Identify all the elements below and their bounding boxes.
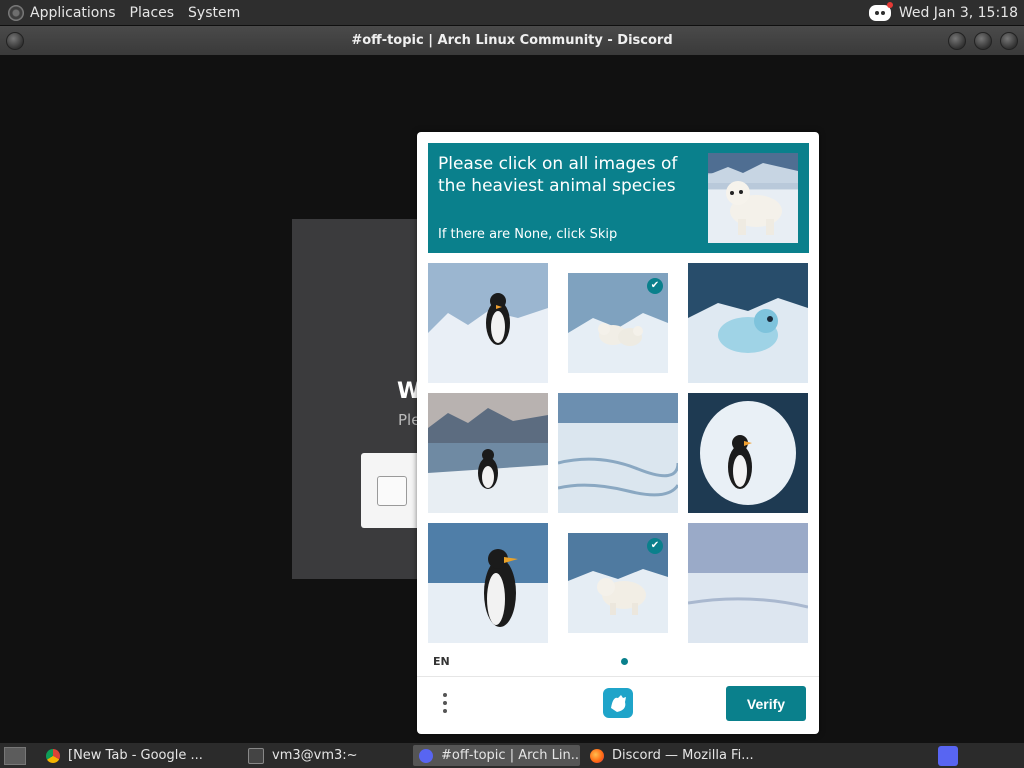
captcha-widget bbox=[361, 453, 421, 528]
tile-4[interactable] bbox=[428, 393, 548, 513]
taskbar-item-label: Discord — Mozilla Fi... bbox=[612, 748, 754, 763]
top-panel: Applications Places System Wed Jan 3, 15… bbox=[0, 0, 1024, 25]
hcaptcha-logo-icon[interactable] bbox=[601, 686, 635, 720]
taskbar-item-label: [New Tab - Google ... bbox=[68, 748, 203, 763]
selected-check-icon: ✔ bbox=[647, 538, 663, 554]
tile-1[interactable] bbox=[428, 263, 548, 383]
taskbar-item-label: vm3@vm3:~ bbox=[272, 748, 358, 763]
tile-9[interactable] bbox=[688, 523, 808, 643]
prompt-hint: If there are None, click Skip bbox=[438, 227, 618, 242]
selected-check-icon: ✔ bbox=[647, 278, 663, 294]
language-selector[interactable]: EN bbox=[433, 655, 450, 668]
verification-dialog: W Ple bbox=[292, 219, 421, 579]
tile-7[interactable] bbox=[428, 523, 548, 643]
notification-badge bbox=[886, 1, 893, 8]
firefox-icon bbox=[590, 748, 604, 763]
close-button[interactable] bbox=[1000, 32, 1018, 50]
window-title: #off-topic | Arch Linux Community - Disc… bbox=[351, 33, 673, 48]
tile-8[interactable]: ✔ bbox=[568, 533, 668, 633]
footer-divider bbox=[417, 676, 819, 677]
taskbar-item-terminal[interactable]: vm3@vm3:~ bbox=[242, 745, 409, 766]
taskbar-item-label: #off-topic | Arch Lin... bbox=[441, 748, 580, 763]
show-desktop-icon[interactable] bbox=[4, 746, 26, 765]
more-options-icon[interactable] bbox=[441, 690, 449, 718]
menu-places[interactable]: Places bbox=[130, 5, 175, 21]
hcaptcha-challenge: Please click on all images of the heavie… bbox=[417, 132, 819, 734]
panel-tray: Wed Jan 3, 15:18 bbox=[868, 1, 1018, 21]
discord-icon bbox=[419, 748, 433, 763]
taskbar-item-firefox[interactable]: Discord — Mozilla Fi... bbox=[584, 745, 764, 766]
tile-3[interactable] bbox=[688, 263, 808, 383]
clock[interactable]: Wed Jan 3, 15:18 bbox=[899, 5, 1018, 21]
terminal-icon bbox=[248, 747, 264, 764]
tile-2[interactable]: ✔ bbox=[568, 273, 668, 373]
discord-launcher-icon[interactable] bbox=[938, 746, 958, 766]
taskbar-item-discord[interactable]: #off-topic | Arch Lin... bbox=[413, 745, 580, 766]
distro-logo-icon[interactable] bbox=[8, 4, 24, 21]
taskbar: [New Tab - Google ... vm3@vm3:~ #off-top… bbox=[0, 743, 1024, 768]
menu-system[interactable]: System bbox=[188, 5, 240, 21]
challenge-prompt: Please click on all images of the heavie… bbox=[428, 143, 809, 253]
window-menu-button[interactable] bbox=[6, 32, 24, 50]
tile-5[interactable] bbox=[558, 393, 678, 513]
verify-button[interactable]: Verify bbox=[726, 686, 806, 721]
taskbar-item-chrome[interactable]: [New Tab - Google ... bbox=[40, 745, 238, 766]
minimize-button[interactable] bbox=[948, 32, 966, 50]
example-image bbox=[708, 153, 798, 243]
maximize-button[interactable] bbox=[974, 32, 992, 50]
window-titlebar[interactable]: #off-topic | Arch Linux Community - Disc… bbox=[0, 26, 1024, 55]
page-indicator bbox=[621, 658, 628, 665]
captcha-checkbox[interactable] bbox=[377, 476, 407, 506]
tile-6[interactable] bbox=[688, 393, 808, 513]
chrome-icon bbox=[46, 748, 60, 763]
menu-applications[interactable]: Applications bbox=[30, 5, 116, 21]
discord-tray-icon[interactable] bbox=[868, 1, 893, 21]
prompt-text: Please click on all images of the heavie… bbox=[438, 154, 678, 196]
